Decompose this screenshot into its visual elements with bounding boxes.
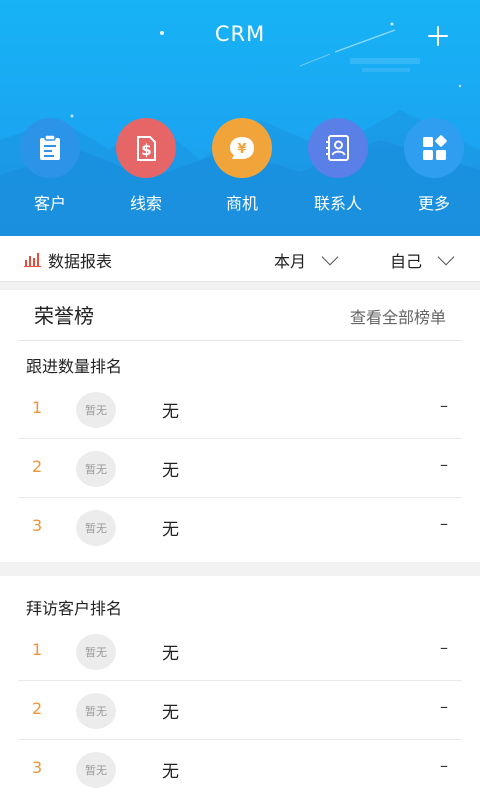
customer-clipboard-icon xyxy=(20,118,80,178)
honor-title: 荣誉榜 xyxy=(34,304,94,328)
rank-value: – xyxy=(440,514,448,533)
app-header: CRM 客户 $ 线索 ¥ 商机 联系人 更多 xyxy=(0,0,480,236)
rank-value: – xyxy=(440,455,448,474)
owner-filter-dropdown[interactable]: 自己 xyxy=(390,248,455,272)
avatar: 暂无 xyxy=(76,451,116,487)
table-row[interactable]: 3 暂无 无 – xyxy=(18,498,462,557)
rank-value: – xyxy=(440,697,448,716)
rank-name: 无 xyxy=(162,644,179,664)
rank-number: 2 xyxy=(32,457,43,476)
rank-name: 无 xyxy=(162,703,179,723)
rank-name: 无 xyxy=(162,762,179,782)
period-filter-value: 本月 xyxy=(274,252,307,271)
rank-value: – xyxy=(440,396,448,415)
avatar: 暂无 xyxy=(76,510,116,546)
nav-item-leads[interactable]: $ 线索 xyxy=(101,118,191,214)
rank-number: 3 xyxy=(32,758,43,777)
nav-item-more[interactable]: 更多 xyxy=(389,118,479,214)
app-title: CRM xyxy=(214,22,266,46)
table-row[interactable]: 1 暂无 无 – xyxy=(18,380,462,439)
table-row[interactable]: 3 暂无 无 – xyxy=(18,740,462,796)
avatar: 暂无 xyxy=(76,752,116,788)
table-row[interactable]: 1 暂无 无 – xyxy=(18,622,462,681)
quick-nav: 客户 $ 线索 ¥ 商机 联系人 更多 xyxy=(0,118,480,218)
honor-card: 荣誉榜 查看全部榜单 跟进数量排名 1 暂无 无 – 2 暂无 无 – 3 暂无… xyxy=(0,290,480,562)
nav-label-contacts: 联系人 xyxy=(313,194,362,213)
rank-value: – xyxy=(440,638,448,657)
nav-label-leads: 线索 xyxy=(129,194,162,213)
opportunity-yen-icon: ¥ xyxy=(212,118,272,178)
svg-text:$: $ xyxy=(141,141,151,159)
visit-ranking-card: 拜访客户排名 1 暂无 无 – 2 暂无 无 – 3 暂无 无 – xyxy=(0,576,480,796)
rank-number: 3 xyxy=(32,516,43,535)
follow-up-ranking-title: 跟进数量排名 xyxy=(26,357,123,376)
visit-ranking-title: 拜访客户排名 xyxy=(26,599,123,618)
rank-number: 1 xyxy=(32,398,43,417)
table-row[interactable]: 2 暂无 无 – xyxy=(18,681,462,740)
report-label: 数据报表 xyxy=(48,252,113,271)
chevron-down-icon xyxy=(321,248,339,266)
nav-item-opportunities[interactable]: ¥ 商机 xyxy=(197,118,287,214)
contact-card-icon xyxy=(308,118,368,178)
avatar: 暂无 xyxy=(76,634,116,670)
divider xyxy=(18,340,462,341)
rank-number: 1 xyxy=(32,640,43,659)
view-all-rankings-link[interactable]: 查看全部榜单 xyxy=(350,304,446,328)
bar-chart-icon xyxy=(24,253,41,267)
nav-item-contacts[interactable]: 联系人 xyxy=(293,118,383,214)
avatar: 暂无 xyxy=(76,392,116,428)
rank-name: 无 xyxy=(162,520,179,540)
avatar: 暂无 xyxy=(76,693,116,729)
nav-label-more: 更多 xyxy=(417,194,450,213)
nav-label-opportunities: 商机 xyxy=(225,194,258,213)
table-row[interactable]: 2 暂无 无 – xyxy=(18,439,462,498)
report-bar: 数据报表 本月 自己 xyxy=(0,236,480,282)
rank-name: 无 xyxy=(162,402,179,422)
rank-value: – xyxy=(440,756,448,775)
rank-name: 无 xyxy=(162,461,179,481)
chevron-down-icon xyxy=(437,248,455,266)
rank-number: 2 xyxy=(32,699,43,718)
owner-filter-value: 自己 xyxy=(390,252,423,271)
lead-dollar-icon: $ xyxy=(116,118,176,178)
add-button[interactable] xyxy=(422,20,454,52)
more-grid-icon xyxy=(404,118,464,178)
period-filter-dropdown[interactable]: 本月 xyxy=(274,248,339,272)
nav-label-customers: 客户 xyxy=(33,194,66,213)
nav-item-customers[interactable]: 客户 xyxy=(5,118,95,214)
svg-text:¥: ¥ xyxy=(237,142,246,157)
